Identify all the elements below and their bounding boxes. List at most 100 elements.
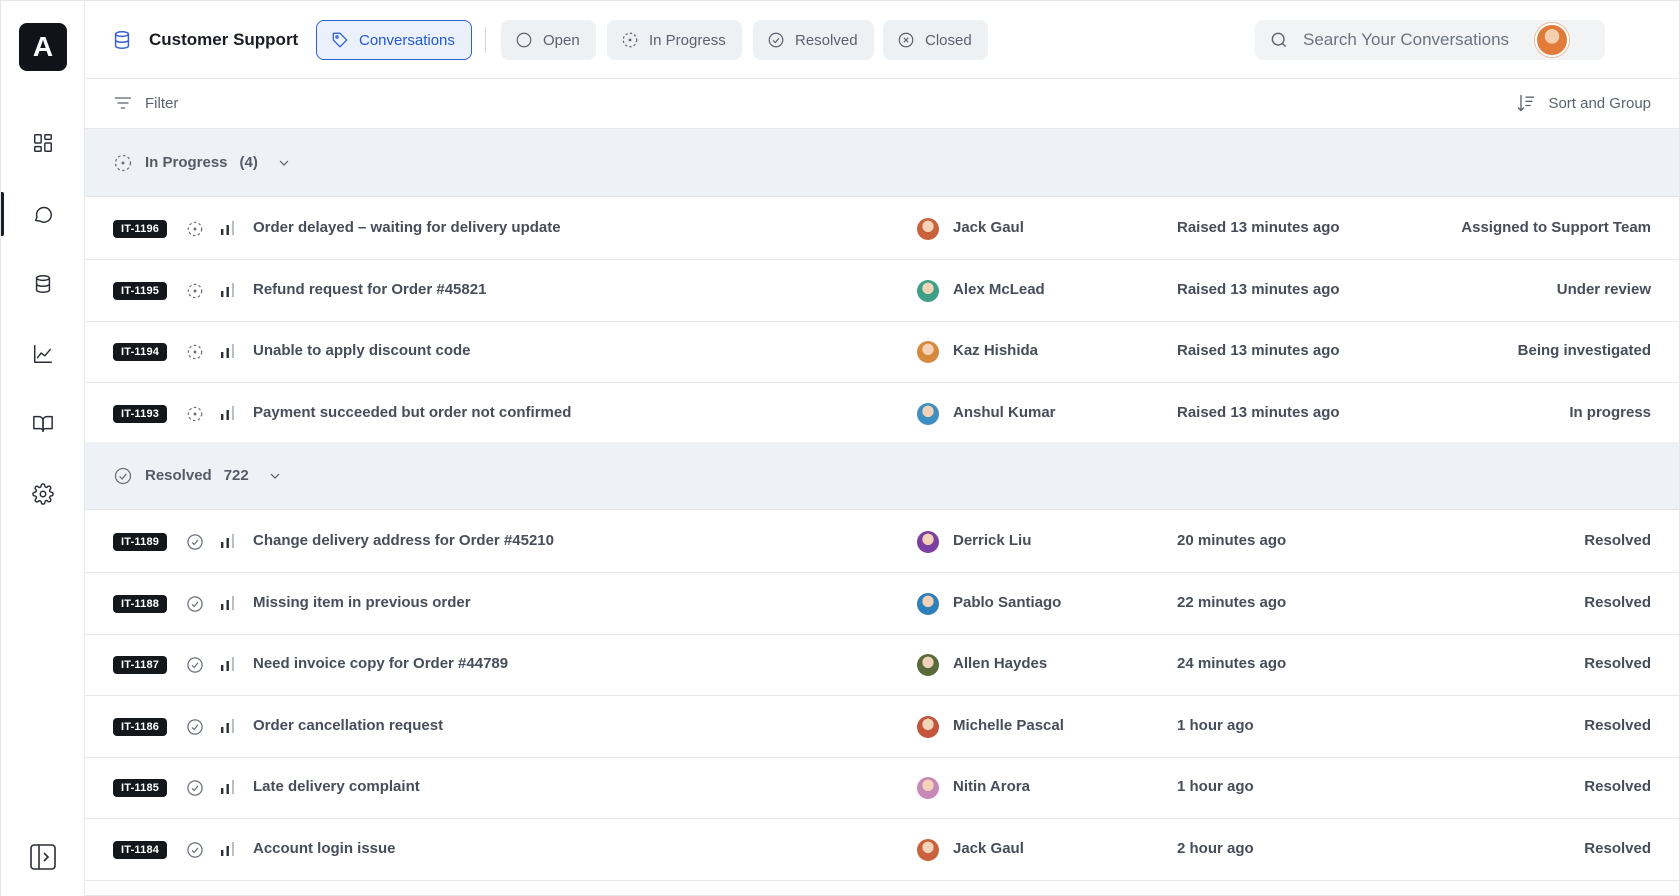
dashed-circle-icon bbox=[185, 219, 205, 239]
sidebar-item-conversations[interactable] bbox=[23, 194, 63, 234]
chevron-down-icon[interactable] bbox=[276, 155, 292, 171]
tab-conversations[interactable]: Conversations bbox=[316, 20, 472, 60]
raised-time: 24 minutes ago bbox=[1177, 655, 1287, 672]
group-header-resolved[interactable]: Resolved 722 bbox=[85, 442, 1679, 510]
list-toolbar: Filter Sort and Group bbox=[85, 79, 1679, 129]
tab-label: Closed bbox=[925, 31, 972, 49]
group-header-in-progress[interactable]: In Progress (4) bbox=[85, 129, 1679, 197]
filter-icon bbox=[114, 97, 132, 109]
ticket-id-badge: IT-1184 bbox=[113, 840, 168, 859]
tab-in-progress[interactable]: In Progress bbox=[607, 20, 742, 60]
raised-time: 1 hour ago bbox=[1177, 778, 1254, 795]
filter-button[interactable]: Filter bbox=[113, 93, 178, 113]
conversation-title: Need invoice copy for Order #44789 bbox=[253, 655, 509, 672]
sidebar-item-database[interactable] bbox=[23, 264, 63, 304]
check-circle-icon bbox=[114, 467, 132, 484]
table-row[interactable]: IT-1189 Change delivery address for Order… bbox=[85, 511, 1679, 573]
app-window: A Customer Support Conversations Open In… bbox=[0, 0, 1680, 896]
dashboard-icon bbox=[34, 134, 52, 152]
raised-time: 1 hour ago bbox=[1177, 716, 1254, 734]
table-row[interactable]: IT-1186 Order cancellation request Michell… bbox=[85, 696, 1679, 758]
priority-bars-icon bbox=[219, 342, 237, 360]
raised-time: 20 minutes ago bbox=[1177, 532, 1287, 549]
assignee-avatar bbox=[917, 341, 939, 363]
group-count: 722 bbox=[223, 467, 249, 484]
ticket-id-badge: IT-1189 bbox=[113, 533, 168, 551]
assignee-avatar bbox=[917, 218, 939, 240]
tab-open[interactable]: Open bbox=[501, 20, 596, 60]
ticket-id-badge: IT-1196 bbox=[113, 220, 168, 238]
priority-bars-icon bbox=[219, 532, 237, 550]
assignee-name: Nitin Arora bbox=[953, 778, 1030, 795]
assignee-avatar bbox=[917, 402, 939, 425]
table-row[interactable]: IT-1188 Missing item in previous order Pab… bbox=[85, 573, 1679, 635]
user-avatar[interactable] bbox=[1535, 23, 1569, 57]
x-circle-icon bbox=[898, 32, 914, 48]
filter-label: Filter bbox=[145, 94, 179, 112]
analytics-icon bbox=[34, 345, 52, 363]
conversation-status: Resolved bbox=[1584, 778, 1651, 795]
conversation-status: Resolved bbox=[1584, 532, 1651, 549]
conversation-status: Assigned to Support Team bbox=[1461, 219, 1651, 236]
ticket-id-badge: IT-1187 bbox=[113, 656, 168, 674]
dashed-circle-icon bbox=[185, 281, 205, 301]
priority-bars-icon bbox=[219, 594, 237, 612]
chevron-down-icon[interactable] bbox=[267, 468, 283, 484]
sidebar-item-dashboard[interactable] bbox=[23, 123, 63, 163]
ticket-id-badge: IT-1193 bbox=[113, 404, 168, 423]
priority-bars-icon bbox=[219, 840, 237, 858]
raised-time: Raised 13 minutes ago bbox=[1177, 342, 1340, 359]
assignee-avatar bbox=[917, 592, 939, 615]
table-row[interactable]: IT-1184 Account login issue Jack Gaul 2 hou… bbox=[85, 819, 1679, 881]
tab-closed[interactable]: Closed bbox=[883, 20, 988, 60]
sidebar-item-knowledge-base[interactable] bbox=[23, 404, 63, 444]
check-circle-icon bbox=[768, 32, 784, 48]
priority-bars-icon bbox=[219, 404, 237, 422]
assignee-name: Pablo Santiago bbox=[953, 593, 1062, 611]
conversation-title: Unable to apply discount code bbox=[253, 342, 471, 359]
table-row[interactable]: IT-1185 Late delivery complaint Nitin Aror… bbox=[85, 757, 1679, 819]
tab-resolved[interactable]: Resolved bbox=[753, 20, 874, 60]
priority-bars-icon bbox=[219, 717, 237, 735]
dashed-circle-icon bbox=[185, 342, 205, 362]
ticket-id-badge: IT-1188 bbox=[113, 594, 168, 613]
raised-time: 2 hour ago bbox=[1177, 839, 1254, 857]
sidebar-item-analytics[interactable] bbox=[23, 334, 63, 374]
conversation-title: Order delayed – waiting for delivery upd… bbox=[253, 219, 561, 236]
conversation-status: Resolved bbox=[1584, 716, 1651, 734]
page-title: Customer Support bbox=[149, 30, 299, 49]
tab-label: Conversations bbox=[359, 31, 455, 49]
assignee-name: Derrick Liu bbox=[953, 532, 1032, 549]
database-icon bbox=[111, 29, 133, 51]
check-circle-icon bbox=[185, 594, 205, 614]
conversation-title: Order cancellation request bbox=[253, 716, 444, 734]
check-circle-icon bbox=[185, 778, 205, 798]
conversation-status: Resolved bbox=[1584, 655, 1651, 672]
sort-and-group-button[interactable]: Sort and Group bbox=[1516, 93, 1651, 113]
check-circle-icon bbox=[185, 717, 205, 737]
conversation-title: Late delivery complaint bbox=[253, 778, 420, 795]
dashed-circle-icon bbox=[622, 32, 638, 48]
table-row[interactable]: IT-1194 Unable to apply discount code Kaz … bbox=[85, 321, 1679, 383]
assignee-avatar bbox=[917, 654, 939, 676]
tab-label: In Progress bbox=[649, 31, 726, 49]
assignee-avatar bbox=[917, 715, 939, 738]
table-row[interactable]: IT-1187 Need invoice copy for Order #4478… bbox=[85, 634, 1679, 696]
app-logo[interactable]: A bbox=[19, 23, 67, 71]
table-row[interactable]: IT-1193 Payment succeeded but order not c… bbox=[85, 383, 1679, 445]
table-row[interactable]: IT-1195 Refund request for Order #45821 Al… bbox=[85, 260, 1679, 322]
settings-icon bbox=[32, 483, 54, 505]
tab-label: Open bbox=[543, 31, 580, 49]
sort-label: Sort and Group bbox=[1548, 94, 1651, 112]
priority-bars-icon bbox=[219, 655, 237, 673]
table-row[interactable]: IT-1196 Order delayed – waiting for deliv… bbox=[85, 198, 1679, 260]
sidebar-item-settings[interactable] bbox=[23, 474, 63, 514]
conversation-status: Resolved bbox=[1584, 593, 1651, 611]
sidebar-toggle-icon bbox=[30, 844, 56, 870]
collapse-sidebar-button[interactable] bbox=[29, 843, 57, 871]
active-nav-indicator bbox=[1, 192, 4, 236]
ticket-id-badge: IT-1186 bbox=[113, 717, 168, 736]
assignee-name: Michelle Pascal bbox=[953, 716, 1064, 734]
conversation-title: Missing item in previous order bbox=[253, 593, 471, 611]
ticket-id-badge: IT-1185 bbox=[113, 779, 168, 797]
